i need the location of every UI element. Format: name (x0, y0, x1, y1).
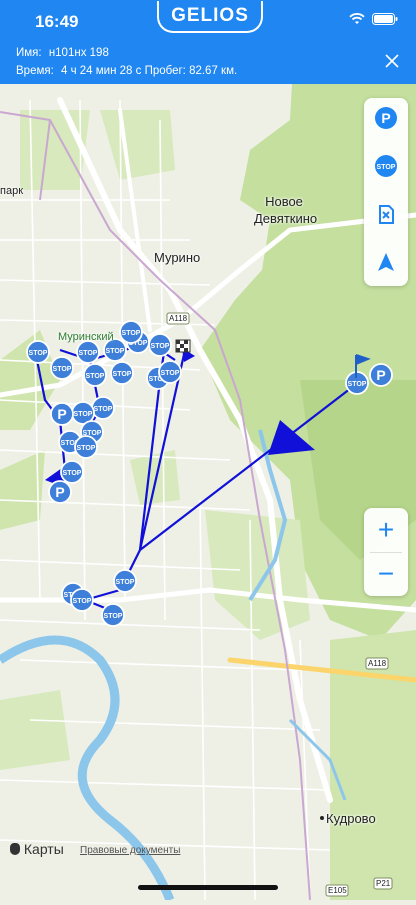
legal-link[interactable]: Правовые документы (80, 845, 180, 856)
map-tools-panel: P STOP (364, 98, 408, 286)
parking-icon[interactable]: P (374, 106, 398, 130)
label-murinsky: Муринский (58, 331, 114, 343)
fuel-icon[interactable] (374, 202, 398, 226)
status-icons (349, 13, 398, 25)
label-kudrovo: Кудрово (326, 811, 376, 826)
name-row: Имя: н101нх 198 (16, 47, 109, 59)
home-indicator (138, 885, 278, 890)
zoom-controls: + − (364, 508, 408, 596)
label-road-e105: E105 (328, 886, 347, 895)
locate-icon[interactable] (374, 250, 398, 274)
stop-icon[interactable]: STOP (374, 154, 398, 178)
wifi-icon (349, 13, 365, 24)
maps-attribution-text: Карты (23, 841, 64, 857)
clock: 16:49 (35, 12, 79, 31)
label-road-a118-bottom: А118 (368, 659, 387, 668)
label-murino: Мурино (154, 250, 201, 265)
close-icon[interactable] (384, 53, 400, 69)
label-novoe-devyatkino: Новое Девяткино (254, 194, 318, 226)
name-value: н101нх 198 (48, 47, 109, 59)
brand-logo: GELIOS (157, 1, 263, 33)
zoom-in-button[interactable]: + (364, 508, 408, 552)
apple-logo-icon (10, 843, 20, 855)
name-label: Имя: (16, 47, 42, 59)
track-info-panel: Имя: н101нх 198 Время: 4 ч 24 мин 28 с П… (0, 40, 416, 84)
battery-icon (372, 13, 398, 25)
svg-text:P: P (381, 110, 390, 126)
time-row: Время: 4 ч 24 мин 28 с Пробег: 82.67 км. (16, 65, 237, 77)
map-canvas[interactable]: STOP P (0, 84, 416, 902)
label-park: парк (0, 185, 24, 197)
status-bar: 16:49 GELIOS (0, 0, 416, 40)
zoom-out-button[interactable]: − (364, 552, 408, 596)
label-road-a118-top: А118 (169, 314, 188, 323)
time-value: 4 ч 24 мин 28 с Пробег: 82.67 км. (61, 65, 238, 77)
map-view[interactable]: STOP P (0, 84, 416, 902)
label-road-p21: P21 (376, 879, 391, 888)
time-label: Время: (16, 65, 54, 77)
svg-text:STOP: STOP (377, 164, 396, 171)
maps-attribution: Карты (10, 841, 64, 857)
